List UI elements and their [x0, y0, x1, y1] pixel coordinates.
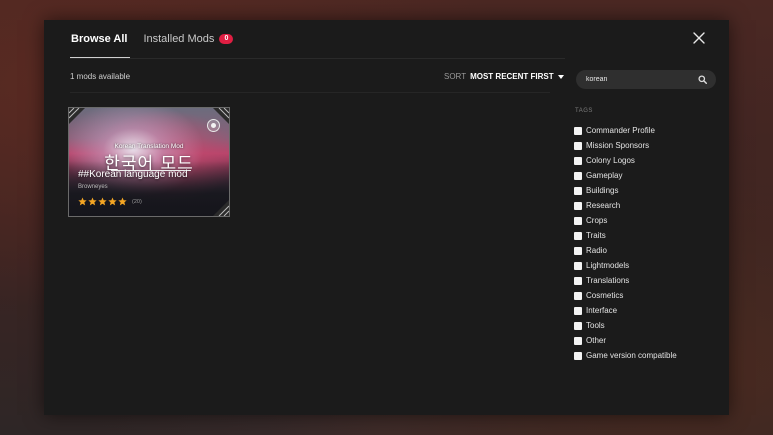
- select-mod-toggle[interactable]: [207, 119, 220, 132]
- tag-checkbox[interactable]: [574, 201, 582, 210]
- close-icon: [693, 32, 705, 44]
- tag-checkbox[interactable]: [574, 231, 582, 240]
- star-icon: [88, 197, 97, 206]
- tab-browse-all-label: Browse All: [71, 33, 128, 45]
- tag-game-version-compatible[interactable]: Game version compatible: [574, 348, 724, 363]
- corner-stripes-icon: [69, 108, 85, 124]
- tag-label: Mission Sponsors: [586, 141, 650, 150]
- mod-title: ##Korean language mod: [78, 169, 188, 180]
- tag-checkbox[interactable]: [574, 336, 582, 345]
- tag-crops[interactable]: Crops: [574, 213, 724, 228]
- sort-dropdown[interactable]: MOST RECENT FIRST: [470, 72, 554, 81]
- tag-checkbox[interactable]: [574, 261, 582, 270]
- mod-rating: (20): [78, 197, 142, 206]
- tag-traits[interactable]: Traits: [574, 228, 724, 243]
- tag-label: Buildings: [586, 186, 619, 195]
- tag-checkbox[interactable]: [574, 126, 582, 135]
- tag-label: Interface: [586, 306, 618, 315]
- tab-browse-all[interactable]: Browse All: [70, 20, 131, 58]
- search-box: [576, 70, 716, 89]
- tag-interface[interactable]: Interface: [574, 303, 724, 318]
- tag-label: Tools: [586, 321, 605, 330]
- star-icon: [108, 197, 117, 206]
- tag-buildings[interactable]: Buildings: [574, 183, 724, 198]
- tag-label: Other: [586, 336, 607, 345]
- tab-installed-mods[interactable]: Installed Mods 0: [142, 20, 234, 58]
- tab-bar: Browse All Installed Mods 0: [70, 20, 248, 58]
- sort-control[interactable]: SORT MOST RECENT FIRST: [444, 72, 564, 81]
- tag-label: Commander Profile: [586, 126, 655, 135]
- mods-dialog: Browse All Installed Mods 0 1 mods avail…: [44, 20, 729, 415]
- tag-tools[interactable]: Tools: [574, 318, 724, 333]
- magnifier-icon[interactable]: [698, 75, 707, 84]
- tag-checkbox[interactable]: [574, 306, 582, 315]
- tag-cosmetics[interactable]: Cosmetics: [574, 288, 724, 303]
- tag-gameplay[interactable]: Gameplay: [574, 168, 724, 183]
- tag-label: Traits: [586, 231, 606, 240]
- tag-checkbox[interactable]: [574, 156, 582, 165]
- tag-checkbox[interactable]: [574, 216, 582, 225]
- tag-label: Crops: [586, 216, 608, 225]
- installed-count-badge: 0: [219, 34, 234, 44]
- tag-label: Gameplay: [586, 171, 623, 180]
- tag-label: Radio: [586, 246, 607, 255]
- tag-label: Cosmetics: [586, 291, 624, 300]
- tag-label: Lightmodels: [586, 261, 630, 270]
- close-button[interactable]: [691, 30, 707, 46]
- tag-translations[interactable]: Translations: [574, 273, 724, 288]
- star-icon: [78, 197, 87, 206]
- star-icon: [118, 197, 127, 206]
- rating-count: (20): [132, 198, 142, 205]
- tag-other[interactable]: Other: [574, 333, 724, 348]
- tag-lightmodels[interactable]: Lightmodels: [574, 258, 724, 273]
- tag-checkbox[interactable]: [574, 246, 582, 255]
- tag-checkbox[interactable]: [574, 291, 582, 300]
- mods-count: 1 mods available: [70, 72, 131, 81]
- tag-filter-list: Commander Profile Mission Sponsors Colon…: [574, 123, 724, 363]
- mod-author: Browneyes: [78, 184, 108, 190]
- tag-checkbox[interactable]: [574, 321, 582, 330]
- tag-label: Game version compatible: [586, 351, 677, 360]
- tag-label: Research: [586, 201, 621, 210]
- tag-commander-profile[interactable]: Commander Profile: [574, 123, 724, 138]
- mod-card[interactable]: Korean Translation Mod 한국어 모드 ##Korean l…: [68, 107, 230, 217]
- caret-down-icon[interactable]: [557, 74, 564, 79]
- tag-label: Translations: [586, 276, 630, 285]
- tab-bar-divider: [70, 58, 565, 59]
- corner-stripes-icon: [213, 200, 229, 216]
- tags-heading: TAGS: [575, 108, 593, 114]
- tag-checkbox[interactable]: [574, 171, 582, 180]
- header-divider: [70, 92, 550, 93]
- search-input[interactable]: [586, 72, 691, 87]
- sort-label: SORT: [444, 72, 467, 81]
- tab-installed-mods-label: Installed Mods: [143, 33, 215, 45]
- tag-colony-logos[interactable]: Colony Logos: [574, 153, 724, 168]
- tag-checkbox[interactable]: [574, 141, 582, 150]
- tag-label: Colony Logos: [586, 156, 635, 165]
- tag-checkbox[interactable]: [574, 276, 582, 285]
- tag-research[interactable]: Research: [574, 198, 724, 213]
- tag-checkbox[interactable]: [574, 186, 582, 195]
- tag-checkbox[interactable]: [574, 351, 582, 360]
- tag-radio[interactable]: Radio: [574, 243, 724, 258]
- tag-mission-sponsors[interactable]: Mission Sponsors: [574, 138, 724, 153]
- star-icon: [98, 197, 107, 206]
